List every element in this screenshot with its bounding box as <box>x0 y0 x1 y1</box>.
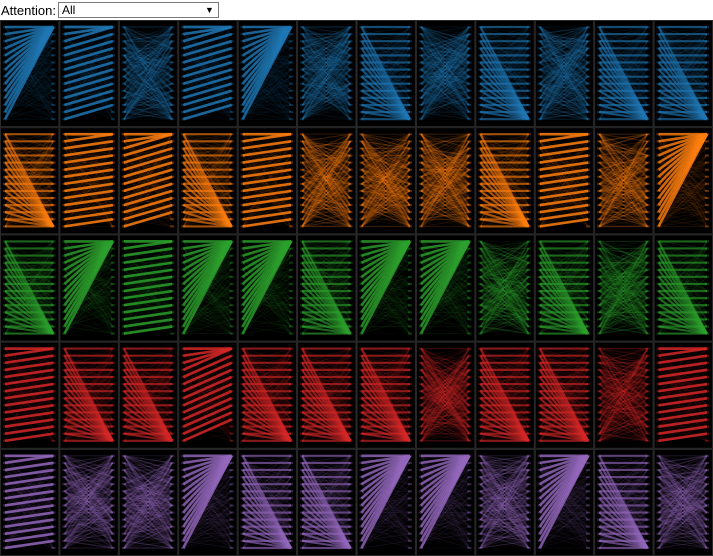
attention-head-thumbnail[interactable] <box>237 234 298 342</box>
attention-head-thumbnail[interactable] <box>59 20 119 128</box>
attention-head-thumbnail[interactable] <box>59 127 119 235</box>
attention-head-thumbnail[interactable] <box>297 20 357 128</box>
attention-head-thumbnail[interactable] <box>356 127 416 235</box>
attention-head-thumbnail[interactable] <box>653 20 713 128</box>
attention-head-thumbnail[interactable] <box>237 127 298 235</box>
dropdown-arrow-icon: ▼ <box>205 5 214 15</box>
attention-head-thumbnail[interactable] <box>534 127 595 235</box>
attention-head-thumbnail[interactable] <box>594 20 654 128</box>
attention-head-thumbnail[interactable] <box>534 20 595 128</box>
attention-head-thumbnail[interactable] <box>118 234 179 342</box>
attention-head-thumbnail[interactable] <box>297 234 357 342</box>
attention-head-thumbnail[interactable] <box>178 127 238 235</box>
attention-head-thumbnail[interactable] <box>653 127 713 235</box>
attention-select[interactable]: All ▼ <box>57 2 219 18</box>
attention-head-thumbnail[interactable] <box>59 234 119 342</box>
attention-head-thumbnail[interactable] <box>178 234 238 342</box>
attention-head-thumbnail[interactable] <box>594 127 654 235</box>
attention-head-thumbnail[interactable] <box>0 20 60 128</box>
attention-head-thumbnail[interactable] <box>475 127 535 235</box>
attention-head-thumbnail[interactable] <box>118 20 179 128</box>
attention-head-thumbnail[interactable] <box>356 20 416 128</box>
attention-head-thumbnail[interactable] <box>118 127 179 235</box>
attention-head-thumbnail[interactable] <box>178 20 238 128</box>
attention-head-thumbnail[interactable] <box>0 127 60 235</box>
attention-head-thumbnail[interactable] <box>475 20 535 128</box>
attention-head-thumbnail[interactable] <box>415 20 476 128</box>
attention-head-thumbnail[interactable] <box>297 127 357 235</box>
attention-head-thumbnail[interactable] <box>237 20 298 128</box>
attention-head-thumbnail[interactable] <box>415 127 476 235</box>
attention-toolbar: Attention: All ▼ <box>0 0 219 20</box>
attention-head-grid <box>0 20 713 556</box>
attention-head-thumbnail[interactable] <box>356 234 416 342</box>
attention-select-value: All <box>61 3 76 17</box>
attention-label: Attention: <box>1 2 56 18</box>
attention-head-thumbnail[interactable] <box>0 234 60 342</box>
